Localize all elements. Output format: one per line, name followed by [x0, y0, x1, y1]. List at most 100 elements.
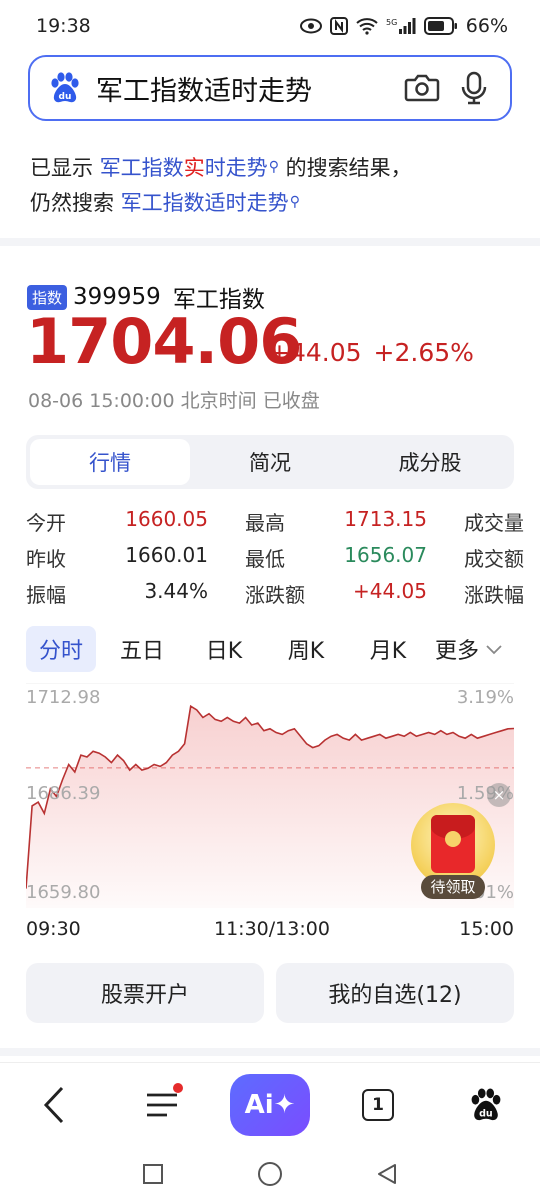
- stock-price: 1704.06: [26, 305, 302, 378]
- chevron-down-icon: [486, 645, 502, 655]
- baidu-paw-icon: du: [51, 72, 79, 103]
- quote-cell: 最低 1656.07: [245, 543, 427, 572]
- tabs-icon: 1: [362, 1088, 394, 1121]
- quote-cell: 今开 1660.05: [26, 507, 208, 536]
- status-bar: 19:38 5G 66%: [0, 0, 540, 52]
- open-account-button[interactable]: 股票开户: [26, 963, 264, 1023]
- eye-icon: [299, 18, 322, 34]
- home-icon[interactable]: [257, 1161, 283, 1187]
- y-label-low: 1659.80: [26, 882, 101, 903]
- quote-cell: 涨跌额 +44.05: [245, 579, 427, 608]
- period-tabs: 分时 五日 日K 周K 月K 更多: [26, 626, 516, 672]
- recents-icon[interactable]: [141, 1162, 165, 1186]
- quote-cell: 昨收 1660.01: [26, 543, 208, 572]
- ai-button[interactable]: Ai✦: [230, 1073, 310, 1137]
- quote-label: 涨跌额: [245, 582, 305, 607]
- more-label: 更多: [434, 639, 479, 664]
- camera-button[interactable]: [402, 68, 442, 108]
- quote-label: 今开: [26, 510, 66, 535]
- baidu-home-icon: du: [471, 1087, 501, 1120]
- y-label-high: 1712.98: [26, 687, 101, 708]
- quote-label: 成交额: [464, 546, 524, 571]
- quote-value: 1660.05: [125, 506, 208, 531]
- notification-dot: [173, 1082, 183, 1093]
- tab-weekly-k[interactable]: 周K: [260, 626, 352, 672]
- search-small-icon: ⚲: [289, 194, 300, 210]
- y-label-mid: 1686.39: [26, 783, 101, 804]
- info-tabs: 行情 简况 成分股: [26, 435, 514, 489]
- change-amount: +44.05: [269, 338, 362, 367]
- quote-cell: 最高 1713.15: [245, 507, 427, 536]
- svg-text:5G: 5G: [386, 18, 397, 27]
- battery-level: 66%: [465, 15, 508, 37]
- system-nav: [0, 1148, 540, 1200]
- microphone-icon: [461, 71, 487, 105]
- tab-overview[interactable]: 简况: [190, 439, 350, 485]
- quote-label: 涨跌幅: [464, 582, 524, 607]
- quote-grid: 今开 1660.05 最高 1713.15 成交量昨收 1660.01 最低 1656.07 成…: [26, 503, 540, 611]
- svg-text:du: du: [59, 92, 72, 102]
- x-label-close: 15:00: [459, 918, 514, 940]
- tab-constituents[interactable]: 成分股: [350, 439, 510, 485]
- camera-icon: [404, 74, 440, 102]
- quote-value: 1660.01: [125, 542, 208, 567]
- tab-daily-k[interactable]: 日K: [188, 626, 260, 672]
- status-time: 19:38: [36, 15, 91, 37]
- hint-prefix: 已显示: [30, 156, 93, 180]
- status-icons: 5G 66%: [299, 15, 508, 37]
- action-buttons: 股票开户 我的自选(12): [26, 963, 514, 1023]
- back-button[interactable]: [14, 1073, 94, 1137]
- menu-icon: [147, 1093, 177, 1116]
- search-small-icon: ⚲: [268, 159, 279, 175]
- tab-five-day[interactable]: 五日: [96, 626, 188, 672]
- 5g-signal-icon: 5G: [386, 18, 416, 34]
- corrected-query-link[interactable]: 军工指数实时走势⚲: [100, 156, 279, 180]
- quote-value: 3.44%: [144, 578, 208, 603]
- close-icon[interactable]: ×: [487, 783, 511, 807]
- tab-monthly-k[interactable]: 月K: [352, 626, 424, 672]
- battery-icon: [423, 17, 457, 35]
- quote-value: 1656.07: [344, 542, 427, 567]
- menu-button[interactable]: [122, 1073, 202, 1137]
- search-input[interactable]: 军工指数适时走势: [96, 69, 390, 108]
- change-percent: +2.65%: [373, 338, 474, 367]
- wifi-icon: [356, 18, 378, 35]
- y-pct-high: 3.19%: [456, 687, 514, 708]
- quote-label: 昨收: [26, 546, 66, 571]
- watchlist-button[interactable]: 我的自选(12): [276, 963, 514, 1023]
- original-query-link[interactable]: 军工指数适时走势⚲: [121, 191, 300, 215]
- tab-intraday[interactable]: 分时: [26, 626, 96, 672]
- hint-suffix: 的搜索结果，: [285, 156, 412, 180]
- tab-quote[interactable]: 行情: [30, 439, 190, 485]
- nfc-icon: [329, 17, 348, 35]
- tab-more[interactable]: 更多: [424, 626, 514, 672]
- correction-hint: 已显示 军工指数实时走势⚲ 的搜索结果， 仍然搜索 军工指数适时走势⚲: [30, 150, 520, 220]
- back-nav-icon[interactable]: [375, 1162, 399, 1186]
- voice-button[interactable]: [454, 68, 494, 108]
- coin-icon: [445, 831, 461, 847]
- search-box[interactable]: du 军工指数适时走势: [28, 55, 512, 121]
- ai-icon: Ai✦: [230, 1073, 310, 1136]
- red-packet-float[interactable]: 待领取: [411, 803, 495, 899]
- quote-row: 昨收 1660.01 最低 1656.07 成交额: [26, 539, 540, 575]
- x-label-open: 09:30: [26, 918, 81, 940]
- quote-row: 振幅 3.44% 涨跌额 +44.05 涨跌幅: [26, 575, 540, 611]
- quote-value: 1713.15: [344, 506, 427, 531]
- quote-time: 08-06 15:00:00 北京时间 已收盘: [28, 390, 320, 412]
- quote-cell: 振幅 3.44%: [26, 579, 208, 608]
- quote-value: +44.05: [352, 578, 427, 603]
- x-label-midday: 11:30/13:00: [214, 918, 330, 940]
- quote-label: 最低: [245, 546, 285, 571]
- still-search-label: 仍然搜索: [30, 191, 114, 215]
- bottom-nav: Ai✦ 1 du: [0, 1062, 540, 1146]
- section-divider: [0, 238, 540, 246]
- quote-label: 最高: [245, 510, 285, 535]
- quote-cell: 成交额: [464, 543, 524, 572]
- tabs-button[interactable]: 1: [338, 1073, 418, 1137]
- quote-label: 成交量: [464, 510, 524, 535]
- section-divider: [0, 1048, 540, 1056]
- stock-change: +44.05 +2.65%: [269, 338, 474, 367]
- baidu-home-button[interactable]: du: [446, 1073, 526, 1137]
- red-packet-label: 待领取: [421, 875, 485, 899]
- quote-label: 振幅: [26, 582, 66, 607]
